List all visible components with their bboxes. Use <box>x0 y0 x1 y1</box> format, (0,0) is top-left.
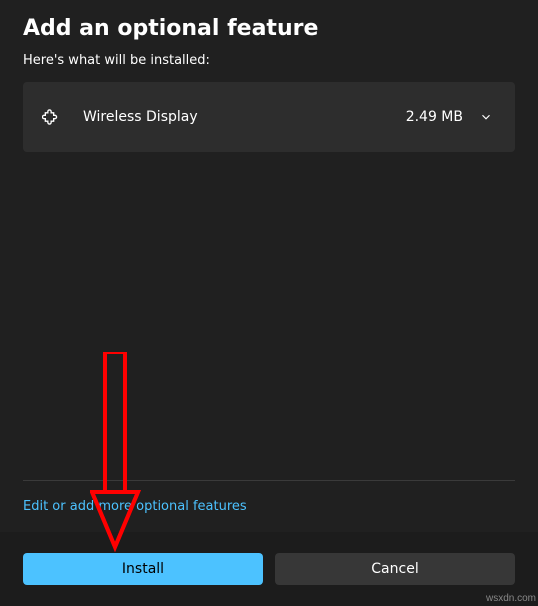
install-button[interactable]: Install <box>23 553 263 585</box>
dialog-subtitle: Here's what will be installed: <box>23 53 515 68</box>
chevron-down-icon <box>479 110 493 124</box>
puzzle-icon <box>41 106 63 128</box>
edit-add-more-link[interactable]: Edit or add more optional features <box>23 499 515 514</box>
feature-size: 2.49 MB <box>406 109 463 125</box>
divider <box>23 480 515 481</box>
feature-name: Wireless Display <box>83 109 406 125</box>
cancel-button[interactable]: Cancel <box>275 553 515 585</box>
watermark: wsxdn.com <box>486 593 536 604</box>
dialog-title: Add an optional feature <box>23 16 515 41</box>
feature-row[interactable]: Wireless Display 2.49 MB <box>23 82 515 152</box>
button-bar: Install Cancel <box>0 532 538 606</box>
